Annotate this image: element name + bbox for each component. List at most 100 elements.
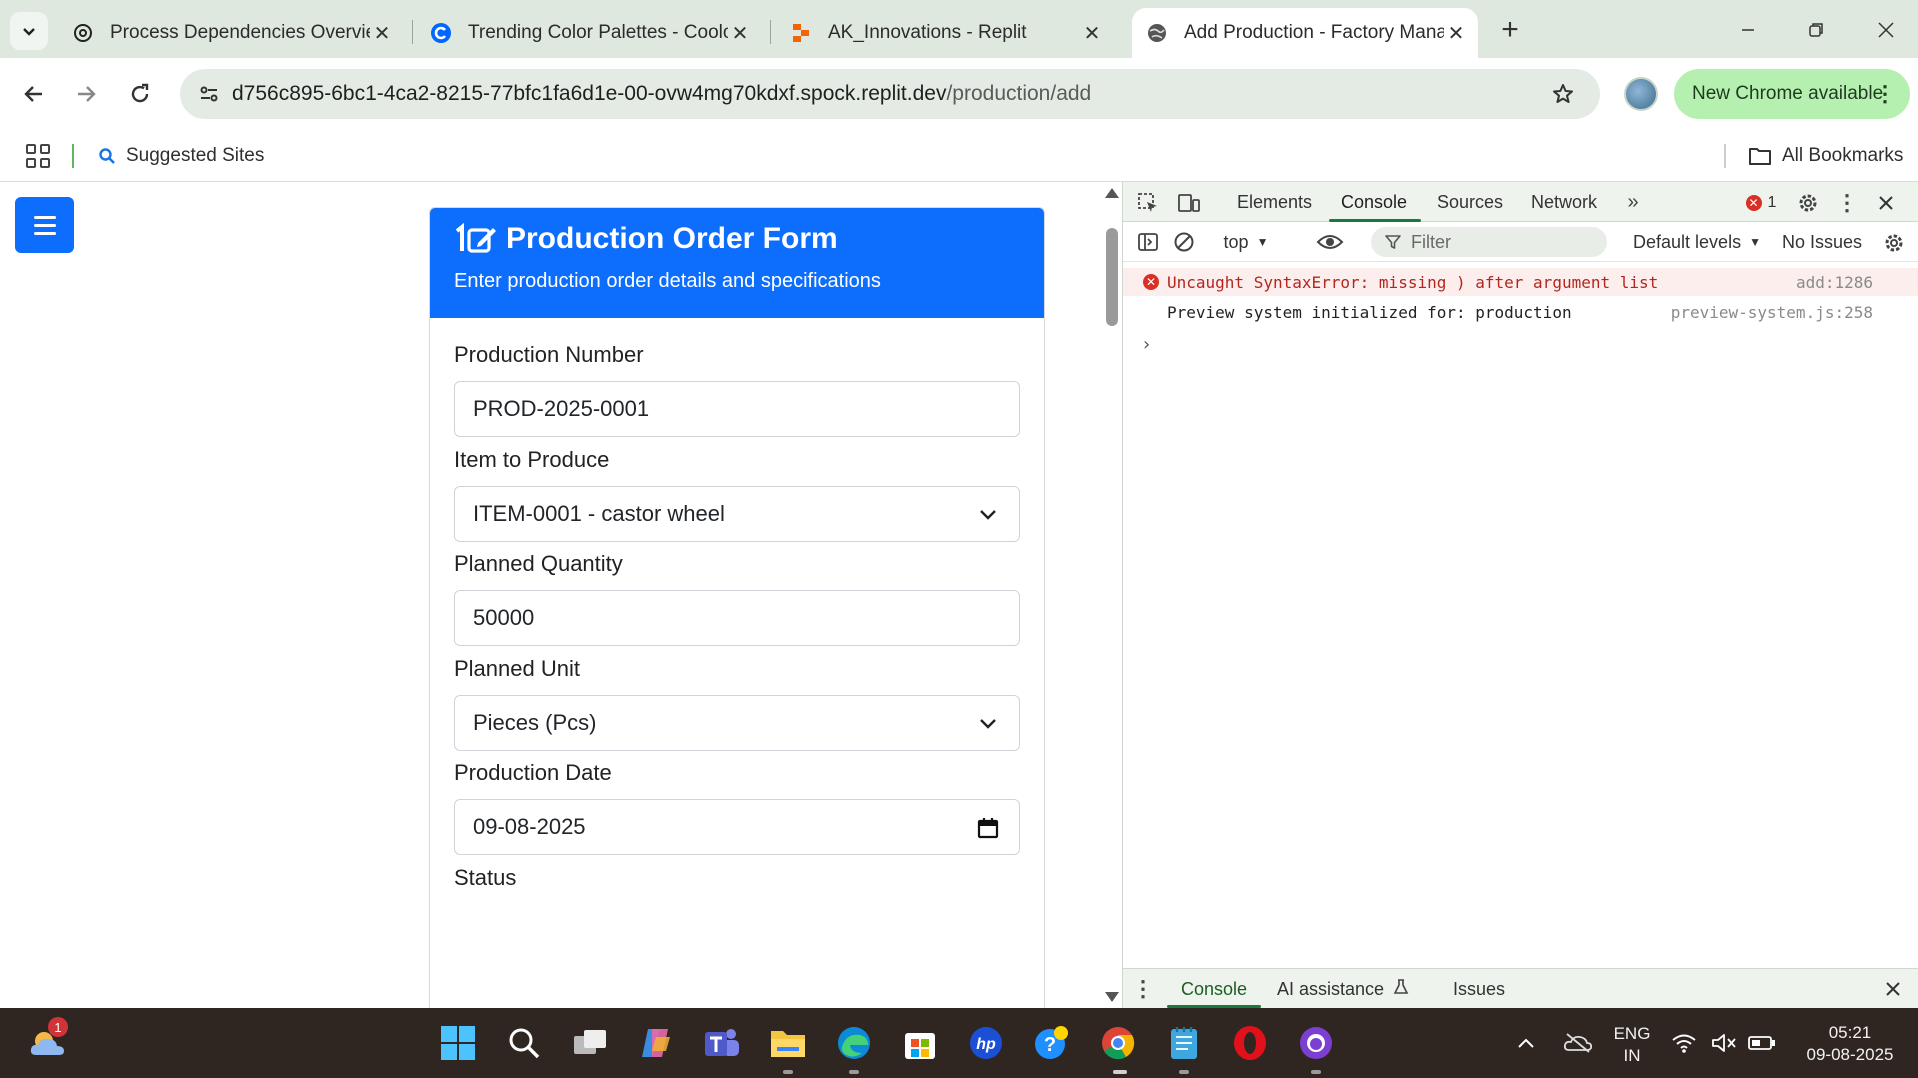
close-window-button[interactable] — [1866, 12, 1906, 48]
start-button[interactable] — [436, 1021, 480, 1065]
tab-process-dependencies[interactable]: Process Dependencies Overview ✕ — [58, 8, 404, 58]
site-info-icon[interactable] — [186, 74, 232, 114]
all-bookmarks-button[interactable]: All Bookmarks — [1748, 140, 1903, 172]
clock[interactable]: 05:21 09-08-2025 — [1790, 1022, 1910, 1066]
weather-widget[interactable]: 1 — [26, 1017, 70, 1065]
console-error-message[interactable]: ✕ Uncaught SyntaxError: missing ) after … — [1123, 268, 1918, 296]
update-label: New Chrome available — [1692, 83, 1884, 104]
clear-console-icon[interactable] — [1171, 230, 1197, 254]
get-help-app[interactable]: ? — [1030, 1021, 1074, 1065]
issues-counter[interactable]: No Issues — [1777, 230, 1867, 254]
production-number-input[interactable]: PROD-2025-0001 — [454, 381, 1020, 437]
forward-button[interactable] — [66, 74, 106, 114]
address-bar[interactable]: d756c895-6bc1-4ca2-8215-77bfc1fa6d1e-00-… — [180, 69, 1600, 119]
sidebar-toggle-icon[interactable] — [1135, 230, 1161, 254]
hp-app[interactable]: hp — [964, 1021, 1008, 1065]
windows-taskbar: 1 hp ? ENG IN 05:21 09-08-2025 — [0, 1008, 1918, 1078]
device-toolbar-icon[interactable] — [1175, 190, 1203, 216]
drawer-menu-icon[interactable]: ⋮ — [1132, 975, 1154, 1003]
task-view-icon — [574, 1030, 606, 1054]
tab-add-production[interactable]: Add Production - Factory Management ✕ — [1132, 8, 1478, 58]
new-tab-button[interactable]: + — [1490, 12, 1530, 48]
console-log-message[interactable]: Preview system initialized for: producti… — [1123, 298, 1918, 326]
calendar-icon[interactable] — [975, 815, 1001, 841]
drawer-tab-console[interactable]: Console — [1181, 979, 1247, 1000]
devtools-tab-console[interactable]: Console — [1341, 192, 1407, 213]
search-icon — [99, 148, 115, 164]
restore-button[interactable] — [1796, 12, 1836, 48]
arrow-left-icon — [24, 86, 42, 102]
tab-coolors[interactable]: Trending Color Palettes - Coolors ✕ — [416, 8, 762, 58]
drawer-tab-issues[interactable]: Issues — [1453, 979, 1505, 1000]
tab-replit[interactable]: AK_Innovations - Replit ✕ — [776, 8, 1114, 58]
devtools-tab-elements[interactable]: Elements — [1237, 192, 1312, 213]
eye-icon[interactable] — [1315, 230, 1345, 254]
inspect-element-icon[interactable] — [1135, 190, 1161, 216]
scrollbar-thumb[interactable] — [1106, 228, 1118, 326]
drawer-tab-ai-assistance[interactable]: AI assistance — [1277, 979, 1409, 1000]
close-icon[interactable]: ✕ — [1080, 21, 1104, 45]
production-date-input[interactable]: 09-08-2025 — [454, 799, 1020, 855]
openai-icon — [72, 22, 94, 44]
scroll-down-arrow-icon[interactable] — [1105, 992, 1119, 1002]
sidebar-toggle-button[interactable] — [15, 197, 74, 253]
volume-muted-icon — [1712, 1034, 1736, 1052]
chrome-app[interactable] — [1096, 1021, 1140, 1065]
minimize-button[interactable] — [1728, 12, 1768, 48]
close-icon[interactable]: ✕ — [1444, 21, 1468, 45]
wifi-tray[interactable] — [1668, 1021, 1700, 1065]
page-scrollbar[interactable] — [1102, 182, 1122, 1008]
menu-dots-icon[interactable]: ⋮ — [1874, 81, 1896, 107]
bookmark-star-icon[interactable] — [1548, 79, 1578, 109]
console-message-source-link[interactable]: preview-system.js:258 — [1671, 303, 1873, 322]
status-label: Status — [454, 865, 517, 890]
copilot-app[interactable] — [634, 1021, 678, 1065]
notepad-app[interactable] — [1162, 1021, 1206, 1065]
battery-tray[interactable] — [1746, 1021, 1778, 1065]
context-selector[interactable]: top ▼ — [1211, 228, 1281, 256]
console-settings-gear-icon[interactable] — [1881, 230, 1907, 256]
microsoft-store-app[interactable] — [898, 1021, 942, 1065]
tab-separator — [770, 20, 771, 44]
opera-app[interactable] — [1228, 1021, 1272, 1065]
show-hidden-icons-button[interactable] — [1504, 1021, 1548, 1065]
search-button[interactable] — [502, 1021, 546, 1065]
devtools-tab-sources[interactable]: Sources — [1437, 192, 1503, 213]
error-count-badge[interactable]: ✕ 1 — [1739, 192, 1783, 214]
teams-app[interactable] — [700, 1021, 744, 1065]
planned-quantity-input[interactable]: 50000 — [454, 590, 1020, 646]
settings-gear-icon[interactable] — [1795, 190, 1821, 216]
tab-search-button[interactable] — [10, 12, 48, 50]
onedrive-tray[interactable] — [1556, 1021, 1600, 1065]
scroll-up-arrow-icon[interactable] — [1105, 188, 1119, 198]
close-icon[interactable]: ✕ — [728, 21, 752, 45]
task-view-button[interactable] — [568, 1021, 612, 1065]
apps-grid-icon[interactable] — [26, 144, 50, 168]
console-filter-input[interactable]: Filter — [1371, 227, 1607, 257]
close-drawer-icon[interactable] — [1881, 977, 1905, 1001]
profile-avatar[interactable] — [1624, 77, 1658, 111]
console-message-source-link[interactable]: add:1286 — [1796, 273, 1873, 292]
volume-tray[interactable] — [1708, 1021, 1740, 1065]
drawer-tab-label: AI assistance — [1277, 979, 1385, 999]
close-icon[interactable]: ✕ — [370, 21, 394, 45]
customize-menu-icon[interactable]: ⋮ — [1836, 190, 1858, 216]
language-code: ENG — [1613, 1024, 1651, 1043]
edge-app[interactable] — [832, 1021, 876, 1065]
console-prompt-icon[interactable]: › — [1141, 334, 1152, 355]
bookmark-suggested-sites[interactable]: Suggested Sites — [98, 140, 264, 172]
log-levels-dropdown[interactable]: Default levels ▼ — [1629, 230, 1765, 254]
reload-button[interactable] — [120, 74, 160, 114]
card-title-text: Production Order Form — [506, 222, 838, 255]
github-desktop-app[interactable] — [1294, 1021, 1338, 1065]
new-chrome-available-button[interactable]: New Chrome available ⋮ — [1674, 69, 1910, 119]
item-to-produce-select[interactable]: ITEM-0001 - castor wheel — [454, 486, 1020, 542]
back-button[interactable] — [14, 74, 54, 114]
more-tabs-icon[interactable]: » — [1621, 190, 1645, 214]
chevron-down-icon — [975, 502, 1001, 528]
language-indicator[interactable]: ENG IN — [1612, 1023, 1652, 1067]
devtools-tab-network[interactable]: Network — [1531, 192, 1597, 213]
file-explorer-app[interactable] — [766, 1021, 810, 1065]
close-devtools-icon[interactable] — [1873, 190, 1899, 216]
planned-unit-select[interactable]: Pieces (Pcs) — [454, 695, 1020, 751]
